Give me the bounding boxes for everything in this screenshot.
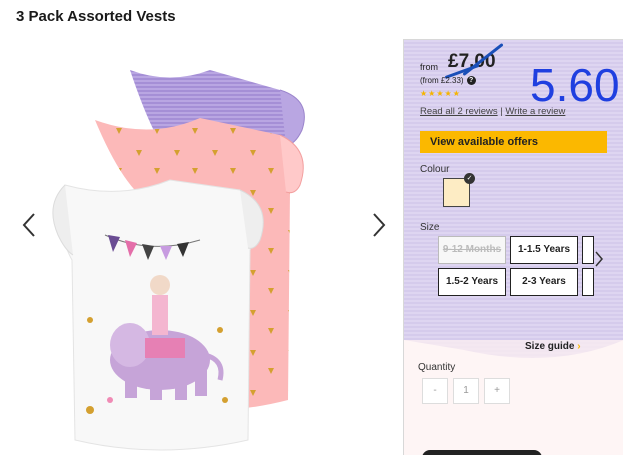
quantity-input[interactable]: 1 (453, 378, 479, 404)
size-guide-arrow-icon: › (577, 341, 581, 352)
reviews-links: Read all 2 reviews | Write a review (420, 106, 565, 117)
size-option-1-1.5-years[interactable]: 1-1.5 Years (510, 236, 578, 264)
rating-stars: ★★★★★ (420, 89, 461, 98)
quantity-minus-button[interactable]: - (422, 378, 448, 404)
next-image-button[interactable] (372, 212, 386, 244)
handwritten-new-price: 5.60 (530, 59, 620, 111)
info-icon[interactable]: ? (466, 76, 476, 86)
size-option-1.5-2-years[interactable]: 1.5-2 Years (438, 268, 506, 296)
quantity-plus-button[interactable]: + (484, 378, 510, 404)
page-title: 3 Pack Assorted Vests (16, 8, 176, 25)
colour-label: Colour (420, 164, 450, 175)
chevron-right-icon[interactable] (594, 250, 604, 273)
size-guide-link[interactable]: Size guide › (525, 341, 581, 352)
size-label: Size (420, 222, 440, 233)
per-item-price: (from £2.33)? (420, 76, 476, 86)
size-option-9-12-months[interactable]: 9-12 Months (438, 236, 506, 264)
prev-image-button[interactable] (22, 212, 36, 244)
size-option-partial-2[interactable] (582, 268, 594, 296)
selected-check-icon: ✓ (464, 173, 475, 184)
add-to-bag-button[interactable] (422, 450, 542, 455)
read-reviews-link[interactable]: Read all 2 reviews (420, 106, 498, 117)
size-option-partial[interactable] (582, 236, 594, 264)
size-option-2-3-years[interactable]: 2-3 Years (510, 268, 578, 296)
colour-swatch-cream[interactable]: ✓ (443, 173, 475, 207)
purchase-panel: from £7.00 (from £2.33)? ★★★★★ 5.60 Read… (403, 39, 623, 455)
view-offers-button[interactable]: View available offers (420, 131, 607, 153)
product-gallery (0, 40, 400, 455)
from-label: from (420, 62, 438, 72)
product-image (52, 70, 305, 451)
write-review-link[interactable]: Write a review (505, 106, 565, 117)
quantity-label: Quantity (418, 362, 456, 373)
reviews-separator: | (500, 106, 503, 117)
